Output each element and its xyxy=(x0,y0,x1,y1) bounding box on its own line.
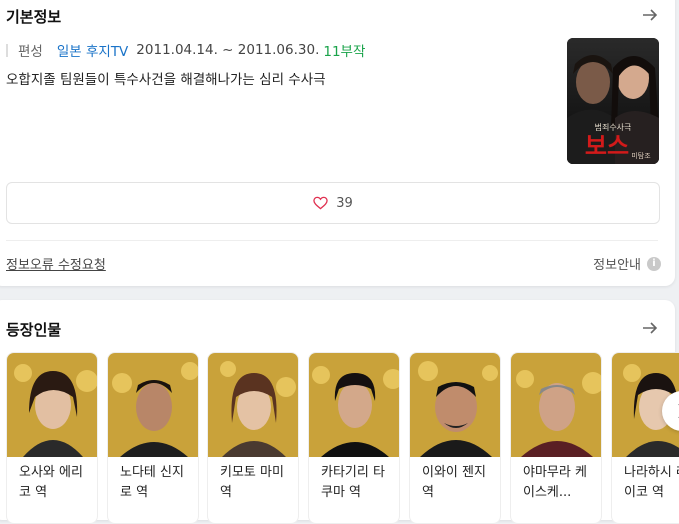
cast-photo xyxy=(108,353,198,457)
report-error-link[interactable]: 정보오류 수정요청 xyxy=(6,254,106,273)
broadcast-info-row: 편성 일본 후지TV 2011.04.14. ~ 2011.06.30. 11부… xyxy=(6,40,365,60)
cast-name: 야마무라 케이스케... xyxy=(523,465,587,500)
cast-name: 이와이 젠지 역 xyxy=(422,465,486,500)
cast-item[interactable]: 키모토 마미 역 xyxy=(207,352,299,524)
like-count: 39 xyxy=(336,195,353,211)
cast-item[interactable]: 나라하시 레이코 역 xyxy=(611,352,679,524)
cast-photo xyxy=(7,353,97,457)
info-guide-label: 정보안내 xyxy=(593,258,641,273)
poster-title: 보스 xyxy=(585,132,629,160)
cast-item[interactable]: 야마무라 케이스케... xyxy=(510,352,602,524)
cast-item[interactable]: 노다테 신지로 역 xyxy=(107,352,199,524)
arrow-right-icon[interactable] xyxy=(640,318,660,338)
info-icon: i xyxy=(647,256,661,271)
poster-image[interactable]: 범죄수사극 보스 미탐조 xyxy=(567,38,659,164)
cast-next-button[interactable] xyxy=(662,391,679,431)
section-title-cast: 등장인물 xyxy=(6,321,62,339)
row-marker xyxy=(6,43,8,57)
synopsis: 오합지졸 팀원들이 특수사건을 해결해나가는 심리 수사극 xyxy=(6,72,326,88)
poster-caption: 범죄수사극 xyxy=(595,122,632,132)
cast-name: 노다테 신지로 역 xyxy=(120,465,184,500)
poster-art: 범죄수사극 보스 미탐조 xyxy=(567,38,659,164)
divider xyxy=(6,240,658,241)
cast-item[interactable]: 이와이 젠지 역 xyxy=(409,352,501,524)
cast-photo xyxy=(410,353,500,457)
cast-photo xyxy=(309,353,399,457)
cast-photo xyxy=(511,353,601,457)
info-guide-button[interactable]: 정보안내 i xyxy=(593,254,661,273)
cast-name: 키모토 마미 역 xyxy=(220,465,284,500)
cast-name: 나라하시 레이코 역 xyxy=(624,465,679,500)
cast-card: 등장인물 오사와 에리코 역 노다테 신지로 역 키모토 마미 역 카타기리 타… xyxy=(0,300,679,524)
broadcast-label: 편성 xyxy=(18,44,43,60)
cast-photo xyxy=(208,353,298,457)
network-link[interactable]: 일본 후지TV xyxy=(57,40,128,60)
air-dates: 2011.04.14. ~ 2011.06.30. xyxy=(136,42,320,58)
basic-info-card: 기본정보 편성 일본 후지TV 2011.04.14. ~ 2011.06.30… xyxy=(0,0,675,286)
cast-name: 카타기리 타쿠마 역 xyxy=(321,465,385,500)
section-title-basic-info: 기본정보 xyxy=(6,8,62,26)
cast-item[interactable]: 카타기리 타쿠마 역 xyxy=(308,352,400,524)
like-button[interactable]: 39 xyxy=(6,182,660,224)
poster-tag: 미탐조 xyxy=(631,151,651,160)
cast-name: 오사와 에리코 역 xyxy=(19,465,83,500)
episode-count: 11부작 xyxy=(323,44,366,60)
cast-item[interactable]: 오사와 에리코 역 xyxy=(6,352,98,524)
heart-icon xyxy=(313,196,328,210)
arrow-right-icon[interactable] xyxy=(640,5,660,25)
chevron-right-icon xyxy=(678,404,679,418)
